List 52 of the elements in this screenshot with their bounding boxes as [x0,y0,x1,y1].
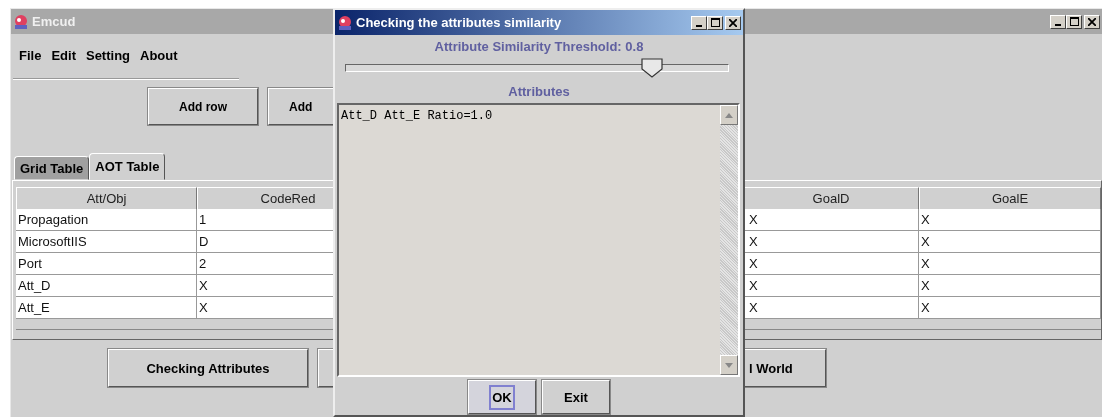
minimize-icon [1055,23,1061,26]
tab[interactable]: Grid Table [14,156,90,180]
vertical-scrollbar[interactable] [720,105,738,375]
menu-item[interactable]: File [19,48,42,66]
action-button[interactable]: l World [744,349,826,387]
down-arrow-icon [725,362,733,368]
scroll-down-button[interactable] [720,355,738,375]
table-cell: X [743,253,919,275]
table-cell: Port [16,253,197,275]
table-cell: X [743,231,919,253]
minimize-icon [696,24,702,27]
up-arrow-icon [725,112,733,118]
table-cell: Att_E [16,297,197,319]
minimize-button[interactable] [691,15,707,30]
dialog-button[interactable]: OK [468,380,536,414]
table-cell: X [743,209,919,231]
table-cell: X [919,297,1101,319]
table-cell: X [743,275,919,297]
attributes-text-area[interactable]: Att_D Att_E Ratio=1.0 [337,103,740,377]
attributes-label: Attributes [507,84,571,99]
table-cell: Att_D [16,275,197,297]
column-header[interactable]: GoalD [743,187,919,211]
action-button[interactable]: Checking Attributes [108,349,308,387]
dialog-title: Checking the attributes similarity [356,15,562,30]
maximize-icon [710,18,720,27]
table-cell: X [919,253,1101,275]
menu-item[interactable]: Edit [51,48,76,66]
table-cell: X [919,209,1101,231]
table-cell: X [919,231,1101,253]
menu-item[interactable]: Setting [85,48,131,66]
menu-item[interactable]: About [140,48,178,66]
table-cell: MicrosoftIIS [16,231,197,253]
slider-thumb[interactable] [641,58,664,78]
scroll-up-button[interactable] [720,105,738,125]
app-icon [13,13,29,30]
threshold-label: Attribute Similarity Threshold: 0.8 [433,39,645,54]
close-icon [1088,17,1096,26]
dialog-button[interactable]: Exit [542,380,610,414]
tab[interactable]: AOT Table [89,153,166,180]
table-cell: X [919,275,1101,297]
table-cell: X [743,297,919,319]
column-header[interactable]: Att/Obj [16,187,197,211]
close-icon [729,18,737,27]
table-cell: Propagation [16,209,197,231]
maximize-icon [1069,17,1079,26]
column-header[interactable]: GoalE [919,187,1101,211]
maximize-button[interactable] [707,15,723,30]
toolbar-button[interactable]: Add row [148,88,258,125]
threshold-slider[interactable] [345,58,729,80]
window-title: Emcud [32,14,76,29]
app-icon [337,14,353,31]
close-button[interactable] [725,15,741,30]
